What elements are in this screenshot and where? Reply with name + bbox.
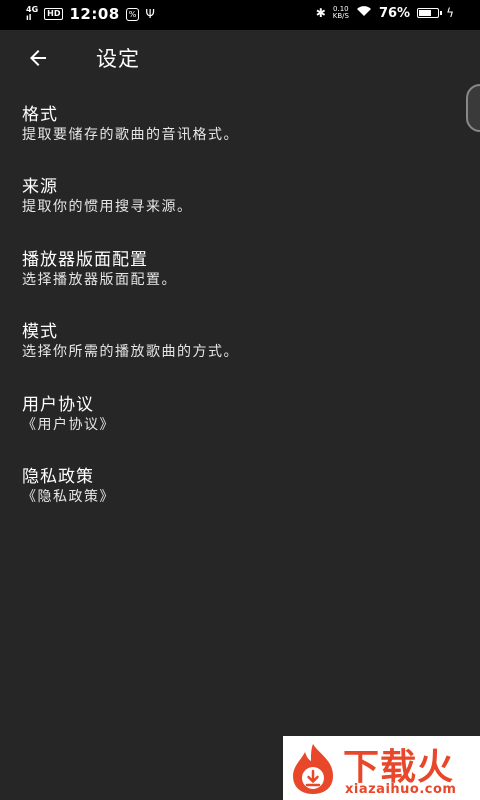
status-bar: 4G ıl HD 12:08 % Ψ ✱ 0.10 KB/S 76% ϟ — [0, 0, 480, 30]
battery-fill — [419, 10, 432, 16]
arrow-back-icon — [30, 50, 46, 66]
network-speed: 0.10 KB/S — [333, 6, 349, 20]
bluetooth-icon: ✱ — [315, 6, 326, 20]
setting-item-source[interactable]: 来源 提取你的惯用搜寻来源。 — [0, 168, 460, 230]
settings-screen: 4G ıl HD 12:08 % Ψ ✱ 0.10 KB/S 76% ϟ 设定 … — [0, 0, 480, 800]
charging-icon: ϟ — [446, 6, 454, 20]
network-speed-unit: KB/S — [332, 12, 349, 20]
app-bar: 设定 — [0, 30, 480, 86]
setting-description: 选择播放器版面配置。 — [22, 272, 177, 288]
floating-side-handle[interactable] — [466, 84, 480, 132]
back-button[interactable] — [22, 42, 54, 74]
setting-item-format[interactable]: 格式 提取要储存的歌曲的音讯格式。 — [0, 96, 460, 158]
notification-icon: % — [125, 7, 140, 21]
setting-description: 提取要储存的歌曲的音讯格式。 — [22, 127, 239, 143]
setting-title: 格式 — [22, 105, 58, 125]
setting-description: 《用户协议》 — [22, 417, 115, 433]
setting-title: 用户协议 — [22, 395, 94, 415]
status-time: 12:08 — [69, 5, 120, 23]
setting-item-mode[interactable]: 模式 选择你所需的播放歌曲的方式。 — [0, 313, 460, 375]
setting-title: 来源 — [22, 177, 58, 197]
setting-description: 选择你所需的播放歌曲的方式。 — [22, 344, 239, 360]
setting-item-user-agreement[interactable]: 用户协议 《用户协议》 — [0, 386, 460, 448]
page-title: 设定 — [96, 47, 140, 71]
wifi-icon — [356, 5, 372, 21]
setting-title: 模式 — [22, 322, 58, 342]
hd-badge: HD — [44, 8, 64, 20]
cellular-signal-icon: 4G ıl — [26, 6, 38, 22]
status-bar-right: ✱ 0.10 KB/S 76% ϟ — [316, 5, 454, 21]
status-bar-left: 4G ıl HD 12:08 % Ψ — [26, 5, 155, 23]
setting-description: 《隐私政策》 — [22, 489, 115, 505]
usb-icon: Ψ — [145, 7, 155, 21]
setting-item-privacy-policy[interactable]: 隐私政策 《隐私政策》 — [0, 458, 460, 520]
setting-description: 提取你的惯用搜寻来源。 — [22, 199, 193, 215]
setting-item-player-layout[interactable]: 播放器版面配置 选择播放器版面配置。 — [0, 241, 460, 303]
battery-icon — [417, 8, 443, 18]
setting-title: 播放器版面配置 — [22, 250, 148, 270]
watermark-url: xiazaihuo.com — [345, 782, 457, 797]
battery-percent: 76% — [378, 5, 411, 21]
flame-download-icon — [293, 744, 333, 794]
setting-title: 隐私政策 — [22, 467, 94, 487]
signal-bars: ıl — [26, 13, 32, 22]
watermark-logo: 下载火 xiazaihuo.com — [283, 736, 480, 800]
